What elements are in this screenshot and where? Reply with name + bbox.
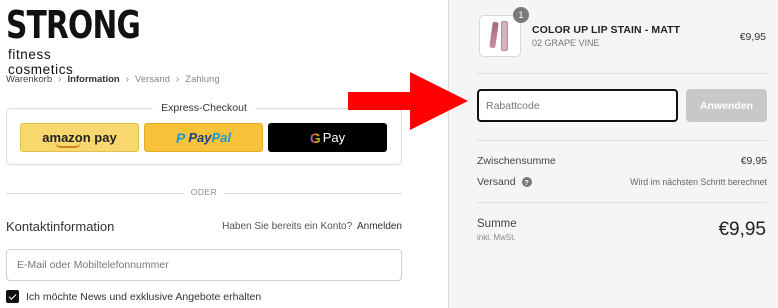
brand-tagline: fitness cosmetics	[8, 47, 74, 77]
amazon-smile-icon	[55, 142, 81, 148]
breadcrumb-information: Information	[67, 74, 120, 85]
total-label: Summe	[477, 218, 517, 230]
brand-logo[interactable]: STRONG fitness cosmetics	[6, 3, 141, 77]
help-icon[interactable]: ?	[521, 177, 532, 188]
or-divider: ODER	[6, 187, 402, 199]
paypal-pal-text: Pal	[211, 130, 231, 145]
breadcrumb-payment: Zahlung	[185, 74, 220, 85]
arrow-annotation-shape	[348, 72, 468, 130]
discount-code-input[interactable]	[477, 89, 678, 122]
breadcrumb-cart[interactable]: Warenkorb	[6, 74, 52, 85]
product-name: COLOR UP LIP STAIN - MATT	[532, 24, 681, 36]
google-pay-label: Pay	[322, 130, 346, 145]
total-value: €9,95	[718, 219, 766, 240]
summary-divider	[477, 140, 767, 141]
lip-stain-tube-icon	[501, 21, 508, 51]
product-price: €9,95	[739, 31, 766, 43]
chevron-right-icon: ›	[125, 74, 130, 85]
or-divider-line-right	[224, 193, 402, 194]
shipping-row: Versand? Wird im nächsten Schritt berech…	[477, 176, 767, 188]
product-thumbnail	[479, 15, 521, 57]
express-checkout: Express-Checkout amazon pay P PayPal G P…	[6, 102, 402, 165]
brand-name: STRONG	[6, 3, 141, 47]
paypal-button[interactable]: P PayPal	[144, 123, 263, 152]
chevron-right-icon: ›	[175, 74, 180, 85]
subtotal-value: €9,95	[740, 155, 767, 167]
order-summary: 1 COLOR UP LIP STAIN - MATT 02 GRAPE VIN…	[449, 0, 778, 308]
lip-stain-applicator-icon	[489, 21, 499, 49]
total-tax-note: inkl. MwSt.	[477, 233, 516, 242]
email-field[interactable]	[6, 249, 402, 281]
shipping-label-group: Versand?	[477, 176, 532, 188]
summary-divider	[477, 73, 767, 74]
account-prompt: Haben Sie bereits ein Konto? Anmelden	[222, 221, 402, 232]
express-checkout-title: Express-Checkout	[153, 102, 255, 114]
newsletter-label: Ich möchte News und exklusive Angebote e…	[26, 290, 262, 303]
arrow-annotation	[348, 72, 468, 130]
paypal-label: PayPal	[188, 130, 231, 145]
subtotal-row: Zwischensumme €9,95	[477, 155, 767, 167]
paypal-pay-text: Pay	[188, 130, 212, 145]
chevron-right-icon: ›	[58, 74, 62, 85]
or-divider-line-left	[6, 193, 184, 194]
shipping-value: Wird im nächsten Schritt berechnet	[630, 177, 767, 187]
subtotal-label: Zwischensumme	[477, 155, 556, 167]
quantity-badge: 1	[513, 7, 529, 23]
newsletter-checkbox[interactable]	[6, 290, 19, 303]
summary-divider	[477, 202, 767, 203]
login-link[interactable]: Anmelden	[357, 221, 402, 232]
apply-discount-button[interactable]: Anwenden	[686, 89, 767, 122]
google-g-icon: G	[309, 129, 321, 146]
paypal-p-icon: P	[176, 129, 186, 146]
checkout-main: STRONG fitness cosmetics Warenkorb › Inf…	[0, 0, 448, 308]
contact-info-heading: Kontaktinformation	[6, 219, 115, 234]
breadcrumb: Warenkorb › Information › Versand › Zahl…	[6, 74, 220, 85]
product-variant: 02 GRAPE VINE	[532, 38, 600, 48]
newsletter-option[interactable]: Ich möchte News und exklusive Angebote e…	[6, 290, 261, 303]
breadcrumb-shipping: Versand	[135, 74, 170, 85]
or-divider-text: ODER	[190, 187, 218, 197]
account-question: Haben Sie bereits ein Konto?	[222, 221, 353, 232]
amazon-pay-button[interactable]: amazon pay	[20, 123, 139, 152]
shipping-label: Versand	[477, 176, 516, 188]
